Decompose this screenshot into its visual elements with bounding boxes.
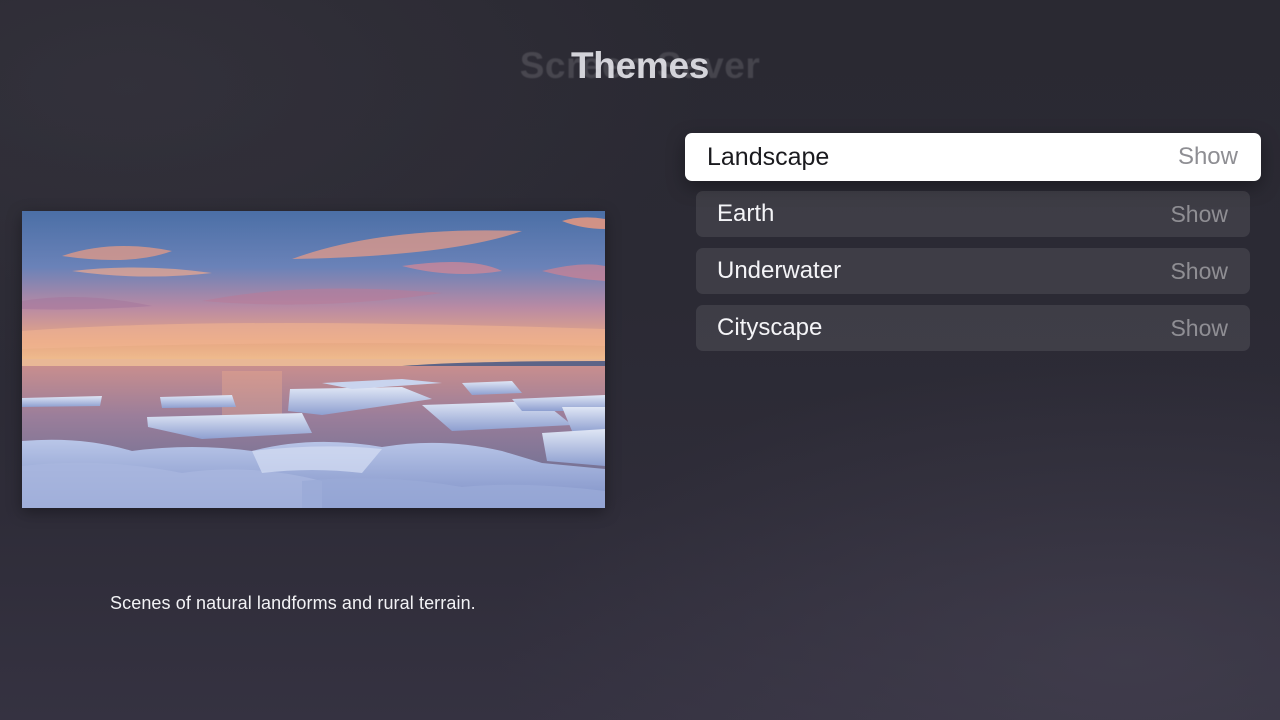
menu-item-underwater[interactable]: Underwater Show (696, 248, 1250, 294)
menu-item-cityscape[interactable]: Cityscape Show (696, 305, 1250, 351)
page-title: Themes (570, 45, 710, 86)
menu-item-value: Show (1170, 200, 1228, 227)
menu-item-value: Show (1170, 257, 1228, 284)
menu-item-value: Show (1170, 314, 1228, 341)
menu-item-label: Cityscape (717, 314, 823, 341)
menu-item-label: Landscape (707, 142, 830, 171)
theme-description: Scenes of natural landforms and rural te… (110, 593, 476, 613)
menu-item-label: Earth (717, 200, 775, 227)
theme-preview-image (22, 211, 605, 508)
menu-item-landscape[interactable]: Landscape Show (685, 133, 1261, 181)
header: Screen Saver Themes (0, 40, 1280, 92)
menu-item-earth[interactable]: Earth Show (696, 191, 1250, 237)
menu-item-value: Show (1177, 143, 1238, 170)
menu-item-label: Underwater (717, 257, 842, 284)
